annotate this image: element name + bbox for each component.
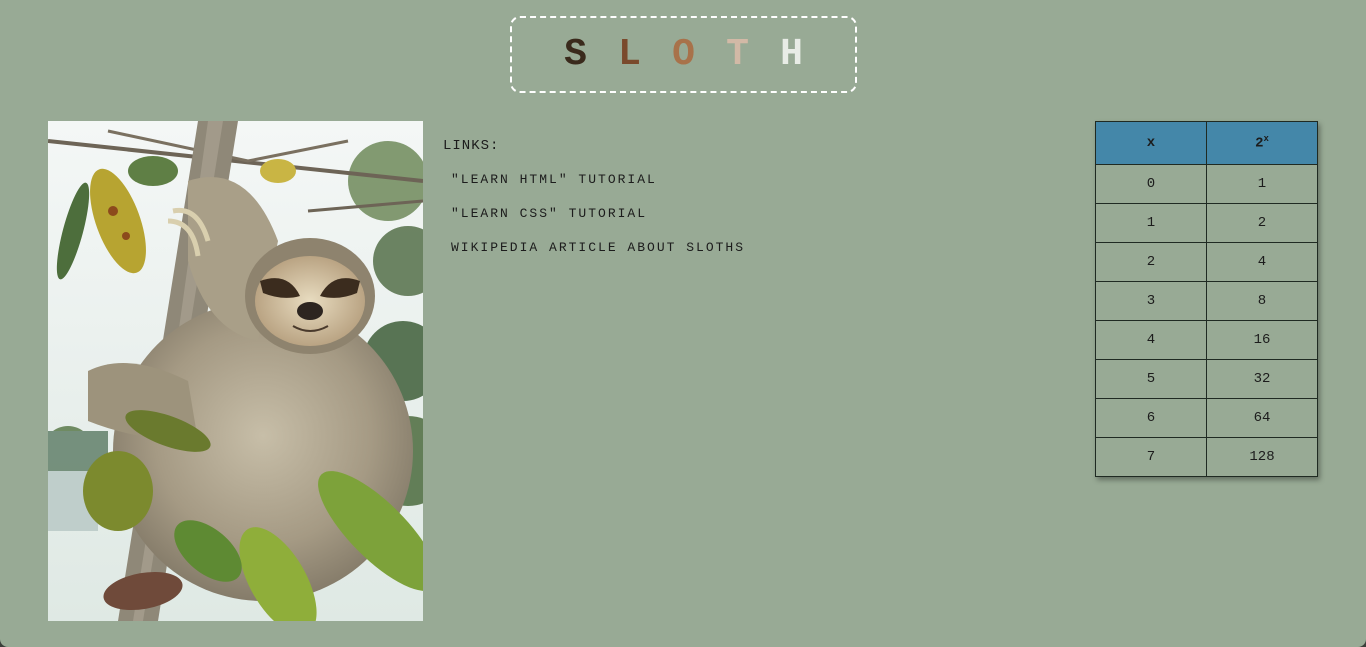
cell-value: 32 (1206, 359, 1318, 399)
title-letter-o: O (672, 32, 695, 76)
cell-x: 0 (1095, 164, 1207, 204)
cell-value: 128 (1206, 437, 1318, 477)
table-row: 4 16 (1095, 320, 1318, 360)
table-row: 2 4 (1095, 242, 1318, 282)
cell-x: 3 (1095, 281, 1207, 321)
title-letter-s: S (564, 32, 587, 76)
link-learn-css[interactable]: "LEARN CSS" TUTORIAL (451, 205, 745, 222)
cell-x: 2 (1095, 242, 1207, 282)
links-section: LINKS: "LEARN HTML" TUTORIAL "LEARN CSS"… (443, 138, 745, 273)
header-x: x (1095, 121, 1207, 165)
cell-value: 8 (1206, 281, 1318, 321)
link-learn-html[interactable]: "LEARN HTML" TUTORIAL (451, 171, 745, 188)
sloth-photo-illustration (48, 121, 423, 621)
powers-of-two-table: x 2x 0 1 1 2 2 4 3 8 4 16 5 32 6 64 7 12… (1095, 121, 1318, 477)
link-wikipedia-sloths[interactable]: WIKIPEDIA ARTICLE ABOUT SLOTHS (451, 239, 745, 256)
cell-x: 5 (1095, 359, 1207, 399)
links-heading: LINKS: (443, 138, 500, 154)
cell-value: 1 (1206, 164, 1318, 204)
table-row: 1 2 (1095, 203, 1318, 243)
cell-x: 6 (1095, 398, 1207, 438)
cell-value: 16 (1206, 320, 1318, 360)
header-base: 2 (1255, 135, 1264, 152)
cell-value: 4 (1206, 242, 1318, 282)
title-letter-l: L (618, 32, 641, 76)
title-box: S L O T H (510, 16, 857, 93)
table-row: 5 32 (1095, 359, 1318, 399)
page: S L O T H LINKS: "LEARN HTML" TUTORIAL "… (0, 0, 1366, 647)
table-row: 7 128 (1095, 437, 1318, 477)
title-letter-h: H (780, 32, 803, 76)
table-row: 0 1 (1095, 164, 1318, 204)
cell-value: 2 (1206, 203, 1318, 243)
table-row: 6 64 (1095, 398, 1318, 438)
table-header-row: x 2x (1095, 121, 1318, 165)
title-letter-t: T (726, 32, 749, 76)
header-exponent: x (1263, 134, 1269, 145)
table-row: 3 8 (1095, 281, 1318, 321)
cell-value: 64 (1206, 398, 1318, 438)
cell-x: 7 (1095, 437, 1207, 477)
sloth-photo (48, 121, 423, 621)
cell-x: 4 (1095, 320, 1207, 360)
header-two-pow-x: 2x (1206, 121, 1318, 165)
cell-x: 1 (1095, 203, 1207, 243)
